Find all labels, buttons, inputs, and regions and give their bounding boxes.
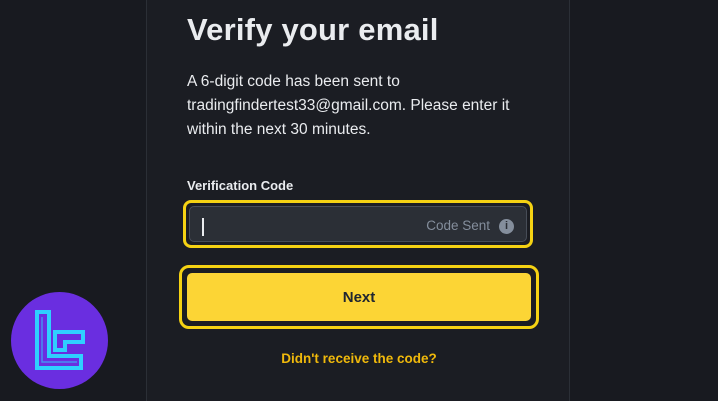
verification-code-highlight: Code Sent i [183, 200, 533, 248]
tradingfinder-logo-icon [35, 310, 85, 370]
verification-code-input[interactable] [200, 213, 424, 241]
page: Verify your email A 6-digit code has bee… [0, 0, 718, 401]
text-caret [202, 218, 204, 236]
verification-code-field[interactable]: Code Sent i [189, 206, 527, 242]
tradingfinder-logo [11, 292, 108, 389]
next-button-highlight: Next [179, 265, 539, 329]
code-sent-description: A 6-digit code has been sent to tradingf… [187, 73, 510, 138]
verification-code-label: Verification Code [187, 178, 294, 193]
verify-email-panel: Verify your email A 6-digit code has bee… [146, 0, 570, 401]
info-icon[interactable]: i [499, 219, 514, 234]
page-title: Verify your email [187, 12, 439, 47]
resend-code-link[interactable]: Didn't receive the code? [147, 351, 571, 366]
next-button[interactable]: Next [186, 272, 532, 322]
code-sent-status: Code Sent [426, 218, 490, 233]
